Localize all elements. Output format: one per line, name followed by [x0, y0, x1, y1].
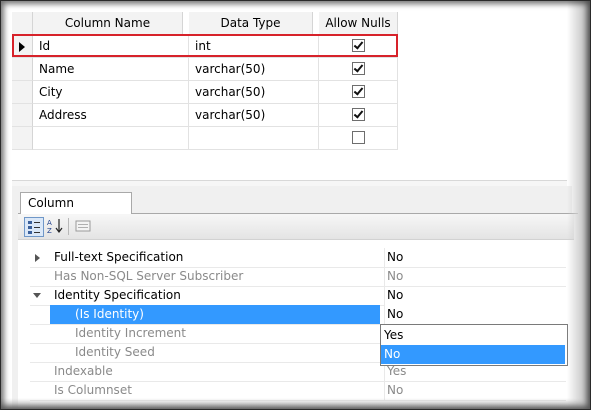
table-row[interactable]: Name varchar(50): [12, 58, 398, 81]
property-name: Full-text Specification: [54, 250, 184, 264]
allow-nulls-checkbox[interactable]: [351, 62, 365, 75]
property-row-is-identity[interactable]: (Is Identity) No: [30, 305, 577, 325]
selected-row-highlight: [12, 34, 398, 57]
data-type-cell[interactable]: varchar(50): [189, 58, 319, 81]
dropdown-option-no[interactable]: No: [381, 345, 565, 364]
property-name: (Is Identity): [75, 307, 144, 321]
header-data-type[interactable]: Data Type: [189, 12, 313, 35]
tab-column-properties[interactable]: Column Properties: [20, 192, 132, 230]
allow-nulls-checkbox[interactable]: [351, 85, 365, 98]
property-value: No: [384, 267, 577, 286]
property-row-full-text[interactable]: Full-text Specification No: [30, 248, 566, 268]
table-row[interactable]: City varchar(50): [12, 81, 398, 104]
property-pages-button[interactable]: [74, 217, 92, 235]
row-selector[interactable]: [12, 104, 33, 127]
allow-nulls-cell[interactable]: [319, 104, 398, 127]
property-value[interactable]: No: [384, 286, 577, 305]
property-row-non-sql-subscriber[interactable]: Has Non-SQL Server Subscriber No: [30, 267, 566, 287]
alphabetical-button[interactable]: A Z: [46, 217, 64, 235]
column-name-cell[interactable]: Address: [33, 104, 189, 127]
property-name: Identity Seed: [75, 345, 155, 359]
property-name: Is Columnset: [54, 383, 132, 397]
property-pages-icon: [75, 220, 91, 232]
allow-nulls-checkbox[interactable]: [351, 108, 365, 121]
categorized-button[interactable]: [24, 217, 44, 237]
properties-toolbar: A Z: [18, 214, 574, 240]
is-identity-dropdown-list[interactable]: Yes No: [380, 324, 568, 366]
expand-arrow-icon[interactable]: [35, 254, 40, 262]
row-selector-header: [12, 12, 33, 35]
allow-nulls-checkbox[interactable]: [351, 131, 365, 144]
property-name: Indexable: [54, 364, 113, 378]
property-value[interactable]: No: [384, 248, 577, 267]
grid-header-row: Column Name Data Type Allow Nulls: [12, 12, 398, 35]
property-row-is-columnset[interactable]: Is Columnset No: [30, 381, 566, 401]
row-selector[interactable]: [12, 58, 33, 81]
data-type-cell[interactable]: varchar(50): [189, 81, 319, 104]
svg-text:A: A: [47, 219, 52, 227]
allow-nulls-cell[interactable]: [319, 81, 398, 104]
toolbar-separator: [68, 218, 69, 235]
table-row[interactable]: Address varchar(50): [12, 104, 398, 127]
sort-az-icon: A Z: [47, 219, 63, 235]
column-name-cell[interactable]: Name: [33, 58, 189, 81]
property-name: Identity Increment: [75, 326, 186, 340]
data-type-cell[interactable]: [189, 127, 319, 150]
row-selector[interactable]: [12, 127, 33, 150]
table-row-new[interactable]: [12, 127, 398, 150]
header-column-name[interactable]: Column Name: [33, 12, 183, 35]
column-name-cell[interactable]: City: [33, 81, 189, 104]
property-name: Has Non-SQL Server Subscriber: [54, 269, 244, 283]
allow-nulls-cell[interactable]: [319, 58, 398, 81]
is-identity-value-field[interactable]: No: [384, 305, 577, 324]
allow-nulls-cell[interactable]: [319, 127, 398, 150]
data-type-cell[interactable]: varchar(50): [189, 104, 319, 127]
property-name: Identity Specification: [54, 288, 181, 302]
svg-text:Z: Z: [47, 227, 52, 235]
column-name-cell[interactable]: [33, 127, 189, 150]
collapse-arrow-icon[interactable]: [33, 293, 41, 298]
dropdown-option-yes[interactable]: Yes: [381, 326, 565, 345]
categorized-icon: [28, 221, 40, 234]
property-value: No: [384, 381, 577, 400]
property-row-identity-spec[interactable]: Identity Specification No: [30, 286, 566, 306]
row-selector[interactable]: [12, 81, 33, 104]
header-allow-nulls[interactable]: Allow Nulls: [319, 12, 398, 35]
